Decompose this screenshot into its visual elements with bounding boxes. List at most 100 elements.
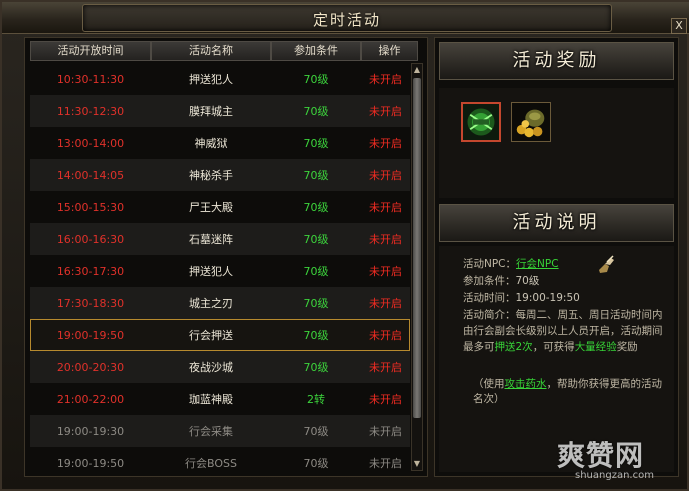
table-row[interactable]: 16:00-16:30 石墓迷阵 70级 未开启 (30, 223, 410, 255)
cell-status[interactable]: 未开启 (361, 199, 410, 215)
cell-status[interactable]: 未开启 (361, 135, 410, 151)
intro-highlight-escort: 押送2次 (494, 341, 533, 353)
npc-label: 活动NPC： (463, 258, 517, 270)
tip-paragraph: （使用攻击药水，帮助你获得更高的活动名次） (463, 377, 663, 407)
cell-open-time: 19:00-19:50 (56, 456, 125, 470)
cell-open-time: 15:00-15:30 (56, 200, 125, 214)
window-frame: 定时活动 X 活动开放时间 活动名称 参加条件 操作 10:30-11:30 押送… (0, 0, 689, 491)
cell-condition: 70级 (303, 457, 329, 470)
cell-condition: 70级 (303, 265, 329, 278)
cell-activity-name: 押送犯人 (189, 73, 233, 86)
cell-status[interactable]: 未开启 (361, 167, 410, 183)
intro-label: 活动简介： (463, 309, 516, 321)
cell-activity-name: 神威狱 (194, 137, 228, 150)
reward-heading: 活动奖励 (512, 50, 601, 71)
cell-status[interactable]: 未开启 (361, 423, 410, 439)
cell-activity-name: 行会采集 (189, 425, 233, 438)
table-scrollbar[interactable]: ▲ ▼ (411, 63, 423, 471)
cell-status[interactable]: 未开启 (361, 71, 410, 87)
cell-status[interactable]: 未开启 (361, 391, 410, 407)
table-row[interactable]: 14:00-14:05 神秘杀手 70级 未开启 (30, 159, 410, 191)
table-header: 活动开放时间 活动名称 参加条件 操作 (30, 41, 418, 61)
cell-condition: 70级 (303, 361, 329, 374)
table-row[interactable]: 10:30-11:30 押送犯人 70级 未开启 (30, 63, 410, 95)
condition-label: 参加条件： (463, 275, 516, 287)
table-row[interactable]: 21:00-22:00 珈蓝神殿 2转 未开启 (30, 383, 410, 415)
npc-line: 活动NPC：行会NPC (463, 256, 674, 273)
condition-line: 参加条件：70级 (463, 273, 674, 290)
cell-status[interactable]: 未开启 (361, 295, 410, 311)
table-row[interactable]: 16:30-17:30 押送犯人 70级 未开启 (30, 255, 410, 287)
cell-open-time: 14:00-14:05 (56, 168, 125, 182)
reward-area (439, 88, 674, 198)
npc-link[interactable]: 行会NPC (516, 258, 559, 270)
scroll-up-arrow-icon[interactable]: ▲ (412, 64, 422, 76)
cell-status[interactable]: 未开启 (361, 231, 410, 247)
reward-heading-plate: 活动奖励 (439, 42, 674, 80)
table-row[interactable]: 20:00-20:30 夜战沙城 70级 未开启 (30, 351, 410, 383)
title-plate: 定时活动 (82, 4, 612, 32)
cell-status[interactable]: 未开启 (361, 359, 410, 375)
description-heading-plate: 活动说明 (439, 204, 674, 242)
time-line: 活动时间：19:00-19:50 (463, 290, 674, 307)
cell-activity-name: 押送犯人 (189, 265, 233, 278)
cell-activity-name: 珈蓝神殿 (189, 393, 233, 406)
intro-highlight-exp: 大量经验 (574, 341, 617, 353)
table-row[interactable]: 19:00-19:30 行会采集 70级 未开启 (30, 415, 410, 447)
table-row[interactable]: 19:00-19:50 行会BOSS 70级 未开启 (30, 447, 410, 479)
header-action: 操作 (361, 41, 418, 61)
cell-activity-name: 神秘杀手 (189, 169, 233, 182)
table-row[interactable]: 19:00-19:50 行会押送 70级 未开启 (30, 319, 410, 351)
cell-open-time: 11:30-12:30 (56, 104, 125, 118)
cell-open-time: 21:00-22:00 (56, 392, 125, 406)
table-body: 10:30-11:30 押送犯人 70级 未开启 11:30-12:30 膜拜城主 70级未… (30, 63, 410, 479)
cell-status[interactable]: 未开启 (361, 455, 410, 471)
cell-open-time: 17:30-18:30 (56, 296, 125, 310)
table-row[interactable]: 11:30-12:30 膜拜城主 70级 未开启 (30, 95, 410, 127)
table-row[interactable]: 15:00-15:30 尸王大殿 70级 未开启 (30, 191, 410, 223)
activity-detail-panel: 活动奖励 活动说明 活动NPC：行会NPC 参加条件：70级 活动时间：19:0… (434, 37, 679, 477)
cell-status[interactable]: 未开启 (361, 327, 410, 343)
cell-open-time: 16:30-17:30 (56, 264, 125, 278)
reward-item-exp[interactable] (461, 102, 501, 142)
exp-scroll-icon (463, 104, 499, 140)
reward-item-gold[interactable] (511, 102, 551, 142)
close-button[interactable]: X (671, 18, 687, 34)
header-condition: 参加条件 (271, 41, 361, 61)
cell-condition: 70级 (303, 425, 329, 438)
cell-condition: 70级 (303, 201, 329, 214)
window-title: 定时活动 (312, 11, 381, 29)
cell-status[interactable]: 未开启 (361, 103, 410, 119)
table-row[interactable]: 17:30-18:30 城主之刃 70级 未开启 (30, 287, 410, 319)
condition-value: 70级 (515, 275, 540, 287)
attack-potion-link[interactable]: 攻击药水 (505, 378, 547, 390)
time-value: 19:00-19:50 (515, 292, 580, 304)
header-open-time: 活动开放时间 (30, 41, 151, 61)
cell-condition: 70级 (303, 169, 329, 182)
cell-activity-name: 石墓迷阵 (189, 233, 233, 246)
cell-activity-name: 夜战沙城 (189, 361, 233, 374)
table-row[interactable]: 13:00-14:00 神威狱 70级 未开启 (30, 127, 410, 159)
title-bar: 定时活动 X (2, 2, 689, 34)
cell-condition: 70级 (303, 73, 329, 86)
cell-condition: 70级 (303, 329, 329, 342)
cell-open-time: 16:00-16:30 (56, 232, 125, 246)
header-activity-name: 活动名称 (151, 41, 271, 61)
cell-activity-name: 城主之刃 (189, 297, 233, 310)
cell-condition: 2转 (307, 393, 325, 406)
cell-activity-name: 尸王大殿 (189, 201, 233, 214)
cell-condition: 70级 (303, 297, 329, 310)
cell-status[interactable]: 未开启 (361, 263, 410, 279)
watermark-logo-text: 爽赞网 (557, 439, 645, 472)
winged-boot-icon[interactable] (595, 254, 617, 276)
cell-open-time: 13:00-14:00 (56, 136, 125, 150)
site-watermark: 爽赞网 shuangzan.com (557, 434, 687, 489)
scroll-down-arrow-icon[interactable]: ▼ (412, 458, 422, 470)
cell-condition: 70级 (303, 137, 329, 150)
cell-condition: 70级 (303, 105, 329, 118)
scroll-thumb[interactable] (413, 78, 421, 418)
watermark-domain: shuangzan.com (575, 470, 654, 481)
cell-open-time: 10:30-11:30 (56, 72, 125, 86)
gold-pouch-icon (512, 103, 550, 141)
description-heading: 活动说明 (512, 212, 601, 233)
